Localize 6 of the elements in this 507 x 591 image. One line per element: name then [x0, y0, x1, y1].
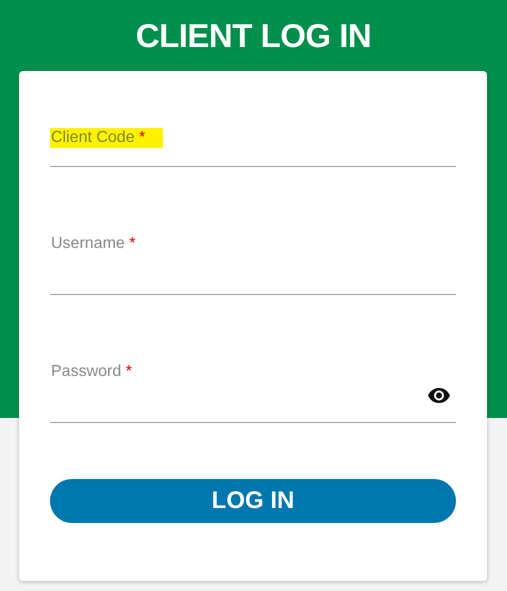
page-title: CLIENT LOG IN	[136, 16, 372, 56]
eye-icon[interactable]	[428, 388, 450, 403]
login-button[interactable]: LOG IN	[50, 479, 456, 523]
field-label: Client Code *	[50, 128, 164, 148]
field-label: Username *	[50, 234, 136, 254]
field-label: Password *	[50, 362, 133, 382]
